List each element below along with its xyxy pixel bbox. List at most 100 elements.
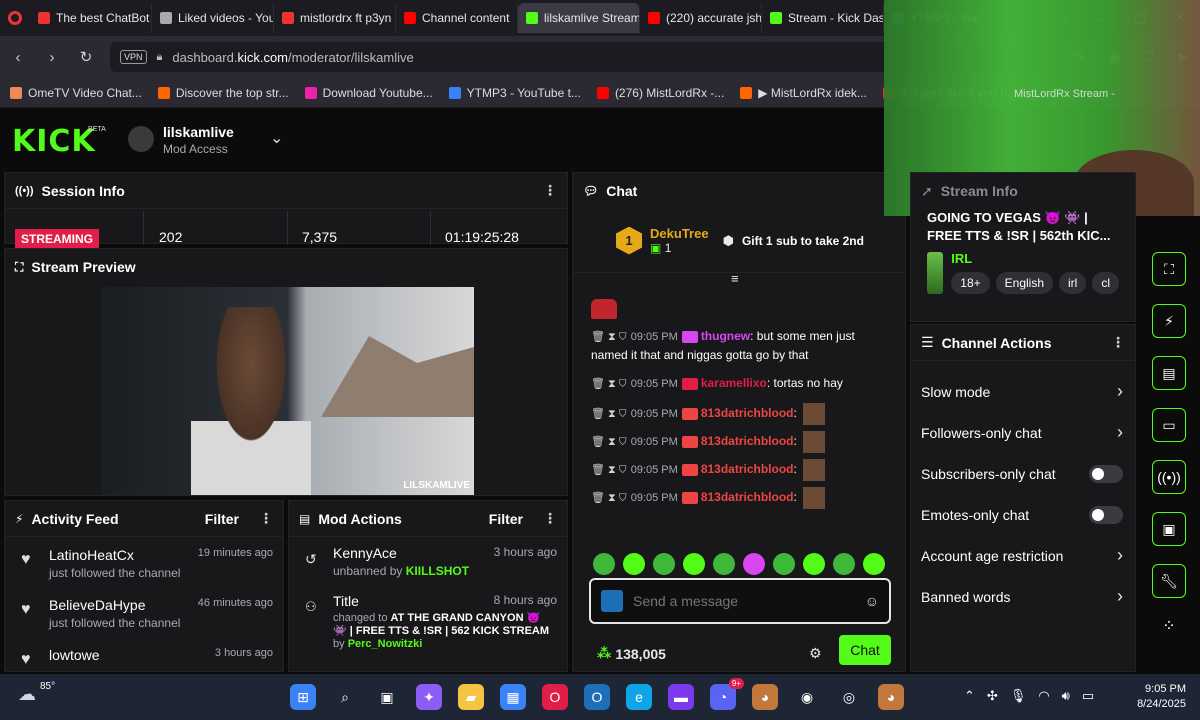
mod-filter-button[interactable]: Filter [489, 511, 523, 527]
browser-tab[interactable]: mistlordrx ft p3yn [274, 3, 396, 33]
mod-tools-icons[interactable]: 🗑︎ ⧗ ⛉ [591, 436, 627, 448]
battery-icon[interactable]: ▭ [1082, 688, 1094, 704]
category-name[interactable]: IRL [951, 251, 1119, 266]
opera-icon[interactable]: O [542, 684, 568, 710]
activity-user[interactable]: LatinoHeatCx [49, 547, 134, 563]
chat-username[interactable]: thugnew [701, 329, 750, 343]
bookmark-item[interactable]: Discover the top str... [157, 86, 289, 100]
browser-tab[interactable]: Channel content [396, 3, 518, 33]
broadcast-toggle-icon[interactable]: ((•)) [1152, 460, 1186, 494]
chat-username[interactable]: 813datrichblood [701, 434, 794, 448]
bookmark-item[interactable]: Download Youtube... [304, 86, 433, 100]
emote-button[interactable] [743, 553, 765, 575]
stream-tag[interactable]: English [995, 272, 1053, 294]
emote-button[interactable] [773, 553, 795, 575]
copilot-icon[interactable]: ✦ [416, 684, 442, 710]
channel-action-slow-mode[interactable]: Slow mode › [911, 371, 1135, 412]
obs-icon[interactable]: ◎ [836, 684, 862, 710]
emote-button[interactable] [683, 553, 705, 575]
emote-button[interactable] [803, 553, 825, 575]
tray-app-icon[interactable]: ✣ [987, 688, 998, 704]
emote-button[interactable] [653, 553, 675, 575]
chat-message-input[interactable] [633, 593, 855, 609]
bookmark-item[interactable]: ▶ MistLordRx idek... [740, 86, 867, 100]
emote-button[interactable] [593, 553, 615, 575]
clipboard-toggle-icon[interactable]: ▤ [1152, 356, 1186, 390]
channel-action-banned-words[interactable]: Banned words › [911, 576, 1135, 617]
task-view-icon[interactable]: ▣ [374, 684, 400, 710]
chat-settings-icon[interactable]: ⚙ [809, 645, 822, 662]
emote-button[interactable] [833, 553, 855, 575]
discord-icon[interactable]: ◔ 9+ [710, 678, 744, 710]
file-explorer-icon[interactable]: ▰ [458, 684, 484, 710]
pinned-toggle-icon[interactable]: ≡ [731, 271, 739, 286]
toggle-switch[interactable] [1089, 464, 1123, 483]
activity-user[interactable]: lowtowe [49, 647, 100, 663]
stream-tag[interactable]: cl [1092, 272, 1119, 294]
mod-tools-icons[interactable]: 🗑︎ ⧗ ⛉ [591, 331, 627, 343]
gift-cta[interactable]: Gift 1 sub to take 2nd [742, 234, 864, 248]
toggle-switch[interactable] [1089, 505, 1123, 524]
user-list-toggle-icon[interactable]: ▣ [1152, 512, 1186, 546]
kebab-menu-icon[interactable]: ⋮ [543, 182, 557, 199]
preview-toggle-icon[interactable]: ⛶ [1152, 252, 1186, 286]
vpn-badge[interactable]: VPN [120, 50, 147, 64]
mod-action-by[interactable]: Perc_Nowitzki [348, 638, 423, 650]
microphone-icon[interactable]: 🎙︎ [1010, 688, 1027, 704]
bookmark-item[interactable]: (276) MistLordRx -... [596, 86, 724, 100]
kick-logo[interactable]: KICK [12, 124, 96, 159]
weather-widget[interactable]: ☁ 85° [18, 681, 55, 705]
stream-tag[interactable]: irl [1059, 272, 1087, 294]
chat-username[interactable]: karamellixo [701, 376, 767, 390]
kebab-menu-icon[interactable]: ⋮ [543, 510, 557, 527]
clock[interactable]: 9:05 PM 8/24/2025 [1126, 682, 1186, 712]
chat-send-button[interactable]: Chat [839, 635, 891, 665]
windows-start-icon[interactable]: ⊞ [290, 684, 316, 710]
channel-action-emotes-only-chat[interactable]: Emotes-only chat [911, 494, 1135, 535]
mod-tools-icons[interactable]: 🗑︎ ⧗ ⛉ [591, 408, 627, 420]
reload-icon[interactable]: ↻ [76, 47, 96, 67]
channel-action-followers-only-chat[interactable]: Followers-only chat › [911, 412, 1135, 453]
app-icon[interactable]: ◕ [752, 684, 778, 710]
emoji-picker-icon[interactable]: ☺ [865, 593, 879, 609]
browser-tab[interactable]: The best ChatBot [30, 3, 152, 33]
forward-icon[interactable]: › [42, 47, 62, 67]
browser-tab[interactable]: lilskamlive Stream - Ki [518, 3, 640, 33]
mod-tools-icons[interactable]: 🗑︎ ⧗ ⛉ [591, 378, 627, 390]
store-icon[interactable]: ▦ [500, 684, 526, 710]
app2-icon[interactable]: ◕ [878, 684, 904, 710]
tray-chevron-icon[interactable]: ⌃ [964, 688, 975, 704]
kebab-menu-icon[interactable]: ⋮ [259, 510, 273, 527]
channel-action-subscribers-only-chat[interactable]: Subscribers-only chat [911, 453, 1135, 494]
mod-action-user[interactable]: KennyAce [333, 545, 397, 561]
mod-action-by[interactable]: KIILLSHOT [406, 564, 469, 578]
stream-tag[interactable]: 18+ [951, 272, 990, 294]
back-icon[interactable]: ‹ [8, 47, 28, 67]
mod-tools-icons[interactable]: 🗑︎ ⧗ ⛉ [591, 464, 627, 476]
bookmark-item[interactable]: OmeTV Video Chat... [10, 86, 142, 100]
lightning-toggle-icon[interactable]: ⚡︎ [1152, 304, 1186, 338]
camera-app-icon[interactable]: ◉ [794, 684, 820, 710]
activity-filter-button[interactable]: Filter [205, 511, 239, 527]
emote-button[interactable] [713, 553, 735, 575]
chat-input-box[interactable]: ☺ [589, 578, 891, 624]
browser-tab[interactable]: Liked videos - You [152, 3, 274, 33]
chat-toggle-icon[interactable]: ▭ [1152, 408, 1186, 442]
channel-action-account-age-restriction[interactable]: Account age restriction › [911, 535, 1135, 576]
search-icon[interactable]: ⌕ [332, 684, 358, 710]
outlook-icon[interactable]: O [584, 684, 610, 710]
browser-tab[interactable]: (220) accurate jsh [640, 3, 762, 33]
chat-username[interactable]: 813datrichblood [701, 406, 794, 420]
emote-menu-icon[interactable] [601, 590, 623, 612]
chat-username[interactable]: 813datrichblood [701, 462, 794, 476]
apps-icon[interactable]: ⁘ [1162, 616, 1175, 636]
points-display[interactable]: ⁂ 138,005 [597, 645, 666, 662]
channel-switch-chevron-icon[interactable]: ⌄ [270, 128, 283, 148]
volume-icon[interactable]: 🔊︎ [1062, 688, 1070, 704]
wrench-toggle-icon[interactable]: 🔧︎ [1152, 564, 1186, 598]
activity-user[interactable]: BelieveDaHype [49, 597, 146, 613]
stream-video[interactable]: LILSKAMLIVE [101, 287, 474, 495]
kebab-menu-icon[interactable]: ⋮ [1111, 334, 1125, 351]
edge-icon[interactable]: e [626, 684, 652, 710]
category-thumbnail[interactable] [927, 251, 944, 294]
